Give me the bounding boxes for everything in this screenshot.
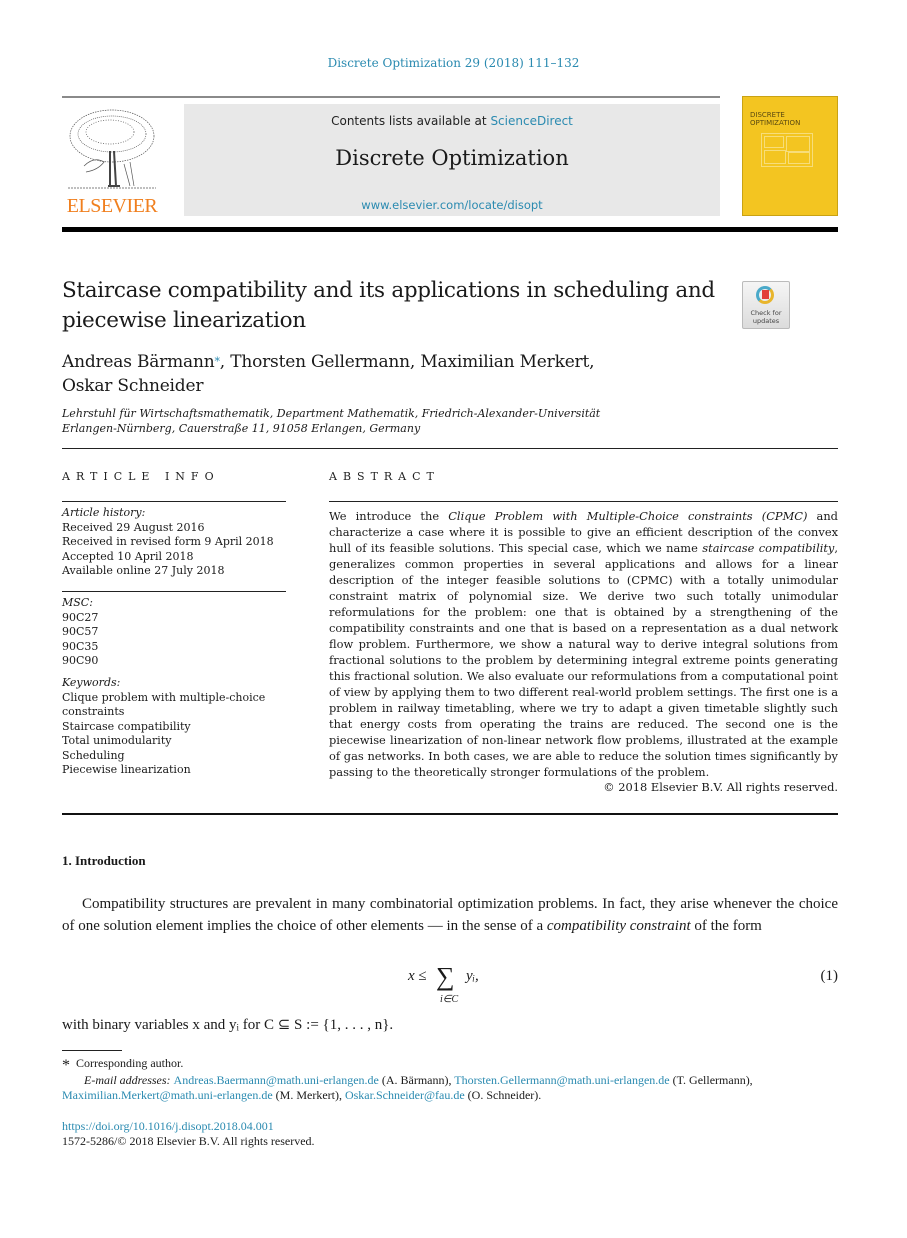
- keyword: Piecewise linearization: [62, 763, 191, 776]
- keywords: Keywords: Clique problem with multiple-c…: [62, 676, 286, 778]
- elsevier-wordmark: ELSEVIER: [66, 195, 158, 217]
- section-divider: [62, 448, 838, 449]
- affiliation: Lehrstuhl für Wirtschaftsmathematik, Dep…: [62, 407, 601, 435]
- cover-grid-graphic: [761, 133, 813, 167]
- equation-rhs: yᵢ,: [466, 968, 479, 984]
- elsevier-logo[interactable]: ELSEVIER: [62, 104, 162, 218]
- header-bottom-rule: [62, 227, 838, 232]
- email-link[interactable]: Maximilian.Merkert@math.uni-erlangen.de: [62, 1088, 273, 1102]
- email-link[interactable]: Andreas.Baermann@math.uni-erlangen.de: [174, 1073, 379, 1087]
- msc-label: MSC:: [62, 596, 93, 609]
- abstract-copyright: © 2018 Elsevier B.V. All rights reserved…: [603, 780, 838, 794]
- msc-code: 90C57: [62, 625, 99, 638]
- keywords-label: Keywords:: [62, 676, 121, 689]
- author-name[interactable]: Oskar Schneider: [62, 376, 203, 396]
- section-divider: [62, 813, 838, 815]
- bookmark-icon: [762, 290, 769, 299]
- header-top-rule: [62, 96, 720, 98]
- check-for-updates-button[interactable]: Check for updates: [742, 281, 790, 329]
- journal-masthead: Contents lists available at ScienceDirec…: [184, 104, 720, 216]
- article-info-rule: [62, 501, 286, 502]
- author-name[interactable]: Maximilian Merkert: [420, 352, 589, 372]
- author-name[interactable]: Andreas Bärmann: [62, 352, 215, 372]
- msc-code: 90C27: [62, 610, 99, 624]
- equation-number: (1): [820, 968, 839, 984]
- author-name[interactable]: Thorsten Gellermann: [230, 352, 410, 372]
- msc-codes: MSC: 90C27 90C57 90C35 90C90: [62, 596, 286, 669]
- sum-symbol: ∑: [436, 962, 455, 991]
- post-equation-text: with binary variables x and yᵢ for C ⊆ S…: [62, 1017, 394, 1033]
- doi-link[interactable]: https://doi.org/10.1016/j.disopt.2018.04…: [62, 1119, 274, 1134]
- article-history: Article history: Received 29 August 2016…: [62, 506, 286, 579]
- journal-reference-link[interactable]: Discrete Optimization 29 (2018) 111–132: [0, 56, 907, 70]
- keyword: Total unimodularity: [62, 734, 172, 747]
- equation-1: x ≤ ∑ i∈C yᵢ, (1): [0, 962, 907, 1010]
- msc-code: 90C90: [62, 654, 99, 667]
- journal-cover-image[interactable]: DISCRETE OPTIMIZATION: [742, 96, 838, 216]
- email-footnote: E-mail addresses: Andreas.Baermann@math.…: [62, 1073, 753, 1102]
- article-info-heading: ARTICLE INFO: [62, 470, 220, 483]
- history-item: Accepted 10 April 2018: [62, 549, 194, 563]
- keyword: Staircase compatibility: [62, 719, 191, 733]
- elsevier-tree-icon: [68, 109, 156, 189]
- abstract-rule: [329, 501, 838, 502]
- keyword: Scheduling: [62, 748, 125, 762]
- sciencedirect-link[interactable]: ScienceDirect: [490, 114, 572, 128]
- journal-homepage-link[interactable]: www.elsevier.com/locate/disopt: [184, 198, 720, 212]
- check-updates-label: Check for updates: [750, 309, 782, 325]
- contents-available-line: Contents lists available at ScienceDirec…: [331, 114, 573, 128]
- history-item: Received in revised form 9 April 2018: [62, 535, 274, 548]
- history-item: Available online 27 July 2018: [62, 564, 225, 577]
- article-info-rule: [62, 591, 286, 592]
- paper-title: Staircase compatibility and its applicat…: [62, 278, 715, 333]
- email-link[interactable]: Oskar.Schneider@fau.de: [345, 1088, 465, 1102]
- introduction-heading: 1. Introduction: [62, 853, 146, 868]
- email-link[interactable]: Thorsten.Gellermann@math.uni-erlangen.de: [454, 1073, 669, 1087]
- abstract-heading: ABSTRACT: [329, 470, 440, 483]
- equation-lhs: x ≤: [408, 968, 427, 984]
- cover-title: DISCRETE OPTIMIZATION: [750, 111, 801, 127]
- footnote-star: *: [62, 1057, 70, 1074]
- footnote-rule: [62, 1050, 122, 1051]
- corresponding-author-footnote: * Corresponding author.: [62, 1056, 184, 1074]
- sum-subscript: i∈C: [440, 994, 459, 1005]
- msc-code: 90C35: [62, 639, 99, 653]
- journal-title: Discrete Optimization: [335, 146, 569, 170]
- corresponding-author-marker[interactable]: *: [214, 355, 220, 368]
- introduction-paragraph: Compatibility structures are prevalent i…: [62, 896, 838, 934]
- article-history-label: Article history:: [62, 506, 146, 519]
- abstract-text: We introduce the Clique Problem with Mul…: [329, 509, 838, 779]
- history-item: Received 29 August 2016: [62, 520, 205, 534]
- keyword: Clique problem with multiple-choice cons…: [62, 690, 266, 719]
- issn-copyright: 1572-5286/© 2018 Elsevier B.V. All right…: [62, 1134, 315, 1148]
- author-list: Andreas Bärmann*, Thorsten Gellermann, M…: [62, 352, 595, 396]
